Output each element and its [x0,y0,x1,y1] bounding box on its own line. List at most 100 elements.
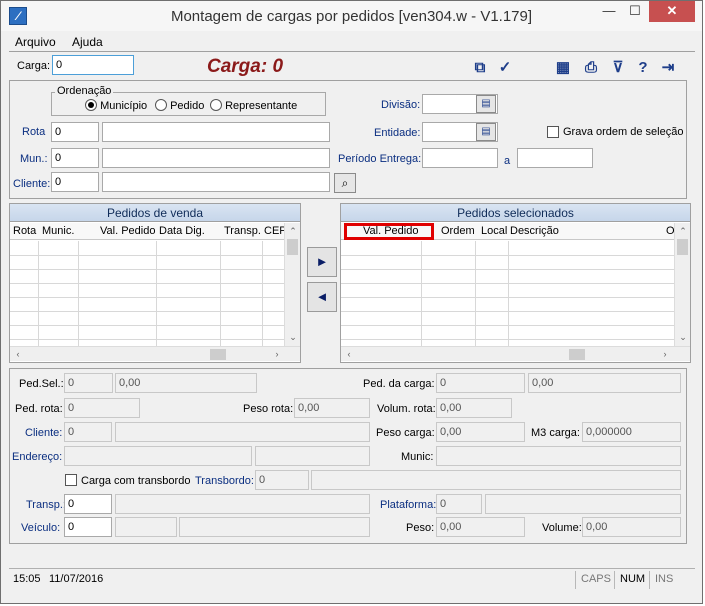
peso-field: 0,00 [436,517,525,537]
grid-line [10,325,284,326]
volume-value: 0,00 [586,521,608,533]
help-icon[interactable]: ? [634,59,652,77]
filter-icon[interactable]: ⊽ [609,59,627,77]
grava-ordem-checkbox[interactable] [547,126,559,138]
radio-representante[interactable]: Representante [210,99,297,112]
radio-representante-label: Representante [225,100,298,112]
radio-pedido-button[interactable] [155,99,167,111]
scroll-thumb[interactable] [210,349,226,360]
mun-description [102,148,330,168]
volum-rota-field: 0,00 [436,398,512,418]
pedidos-venda-rows[interactable] [10,241,284,346]
status-time: 15:05 [13,573,41,585]
calculator-icon[interactable]: ▦ [554,59,572,77]
transbordo-value: 0 [259,474,266,486]
pedidos-venda-vscroll[interactable]: ⌃ ⌄ [284,223,300,346]
status-date: 11/07/2016 [49,573,104,585]
rota-description [102,122,330,142]
scroll-up-icon[interactable]: ⌃ [286,225,300,237]
grid-line [10,339,284,340]
pedidos-selecionados-vscroll[interactable]: ⌃ ⌄ [674,223,690,346]
menu-divider [9,51,695,52]
print-icon[interactable]: ⎙ [582,59,600,77]
col-sel-local[interactable]: Local [481,223,507,240]
copy-icon[interactable]: ⧉ [471,59,489,77]
binoculars-search-icon[interactable]: ⌕ [334,173,356,193]
endereco-extra-field [255,446,370,466]
transp-input[interactable]: 0 [64,494,112,514]
remove-pedido-button[interactable]: ◄ [307,282,337,312]
mun-input[interactable]: 0 [51,148,99,168]
radio-pedido[interactable]: Pedido [155,99,204,112]
col-transp[interactable]: Transp. [224,223,261,240]
carga-transbordo-checkbox[interactable] [65,474,77,486]
pedidos-selecionados-rows[interactable] [341,241,674,346]
status-caps: CAPS [581,573,611,585]
divisao-lookup-icon[interactable]: ▤ [476,95,496,113]
periodo-ate-input[interactable] [517,148,593,168]
exit-icon[interactable]: ⇥ [659,59,677,77]
grid-col-line [38,241,39,346]
col-sel-descricao[interactable]: Descrição [510,223,559,240]
grid-line [10,283,284,284]
minimize-button[interactable]: — [596,1,622,22]
app-window: ⁄ Montagem de cargas por pedidos [ven304… [0,0,703,604]
entidade-lookup-icon[interactable]: ▤ [476,123,496,141]
add-pedido-button[interactable]: ► [307,247,337,277]
ped-carga-total: 0,00 [532,377,554,389]
menu-arquivo[interactable]: Arquivo [15,35,56,49]
radio-municipio[interactable]: Município [85,99,147,112]
transbordo-desc-field [311,470,681,490]
pedidos-selecionados-hscroll[interactable]: ‹ › [341,346,690,361]
grid-col-line [262,241,263,346]
radio-municipio-button[interactable] [85,99,97,111]
cliente-detail-field: 0 [64,422,112,442]
carga-input[interactable]: 0 [52,55,134,75]
grid-col-line [220,241,221,346]
scroll-up-icon[interactable]: ⌃ [676,225,690,237]
rota-input[interactable]: 0 [51,122,99,142]
ped-carga-value: 0 [440,377,447,389]
confirm-check-icon[interactable]: ✓ [496,59,514,77]
col-data-dig[interactable]: Data Dig. [159,223,205,240]
maximize-button[interactable]: ☐ [622,1,648,22]
scroll-down-icon[interactable]: ⌄ [286,331,300,343]
pedidos-venda-hscroll[interactable]: ‹ › [10,346,300,361]
peso-carga-value: 0,00 [440,426,462,438]
veiculo-value: 0 [68,521,75,533]
col-sel-ordem[interactable]: Ordem [441,223,475,240]
scroll-left-icon[interactable]: ‹ [342,348,356,360]
radio-representante-button[interactable] [210,99,222,111]
veiculo-label: Veículo: [21,522,61,534]
scroll-right-icon[interactable]: › [270,348,284,360]
status-divider [649,571,650,589]
m3-carga-label: M3 carga: [531,427,580,439]
col-val-pedido[interactable]: Val. Pedido [100,223,155,240]
menu-bar: Arquivo Ajuda [9,32,695,52]
grava-ordem-label: Grava ordem de seleção [563,126,684,138]
ped-carga-label: Ped. da carga: [363,378,435,390]
scroll-thumb[interactable] [677,239,688,255]
endereco-field [64,446,252,466]
close-button[interactable]: ✕ [649,1,695,22]
peso-rota-label: Peso rota: [243,403,294,415]
peso-rota-field: 0,00 [294,398,370,418]
scroll-right-icon[interactable]: › [658,348,672,360]
periodo-de-input[interactable] [422,148,498,168]
pedidos-venda-header: Rota Munic. Val. Pedido Data Dig. Transp… [10,223,300,240]
ped-sel-value: 0 [68,377,75,389]
scroll-thumb[interactable] [569,349,585,360]
transbordo-label: Transbordo: [195,475,254,487]
title-bar: ⁄ Montagem de cargas por pedidos [ven304… [1,1,702,31]
scroll-down-icon[interactable]: ⌄ [676,331,690,343]
col-rota[interactable]: Rota [13,223,36,240]
cliente-filter-input[interactable]: 0 [51,172,99,192]
veiculo-input[interactable]: 0 [64,517,112,537]
scroll-thumb[interactable] [287,239,298,255]
scroll-left-icon[interactable]: ‹ [11,348,25,360]
entidade-label: Entidade: [374,127,421,139]
menu-ajuda[interactable]: Ajuda [72,35,103,49]
carga-transbordo-label: Carga com transbordo [81,475,191,487]
col-munic[interactable]: Munic. [42,223,74,240]
volume-label: Volume: [542,522,582,534]
